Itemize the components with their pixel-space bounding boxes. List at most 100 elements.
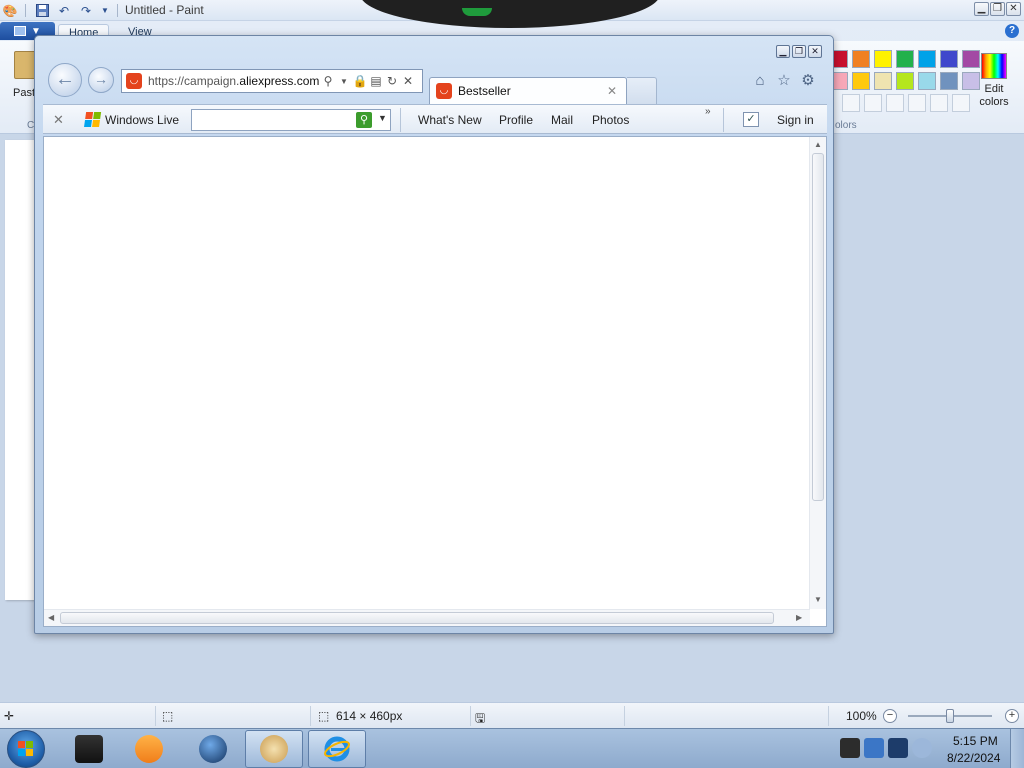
custom-color-slot[interactable] bbox=[886, 94, 904, 112]
edit-colors-button[interactable]: Edit colors bbox=[974, 50, 1014, 120]
custom-color-slot[interactable] bbox=[864, 94, 882, 112]
zoom-out-button[interactable]: − bbox=[883, 709, 897, 723]
clock-time[interactable]: 5:15 PM bbox=[953, 734, 998, 748]
custom-color-slot[interactable] bbox=[952, 94, 970, 112]
address-dropdown-icon[interactable]: ▼ bbox=[336, 77, 352, 86]
color-swatch[interactable] bbox=[852, 72, 870, 90]
color-swatch[interactable] bbox=[874, 72, 892, 90]
paint-close-button[interactable]: ✕ bbox=[1006, 2, 1021, 16]
stop-icon[interactable]: ✕ bbox=[400, 74, 416, 88]
taskbar-file-explorer[interactable] bbox=[60, 730, 118, 768]
internet-explorer-icon bbox=[323, 735, 351, 763]
save-icon[interactable] bbox=[34, 3, 50, 18]
clock-date[interactable]: 8/22/2024 bbox=[947, 751, 1000, 765]
customize-quick-access-icon[interactable]: ▼ bbox=[97, 3, 113, 18]
back-button[interactable]: ← bbox=[48, 63, 82, 97]
start-button[interactable] bbox=[7, 730, 45, 768]
windows-live-label[interactable]: Windows Live bbox=[105, 113, 179, 127]
horizontal-scrollbar[interactable]: ◀ ▶ bbox=[44, 609, 810, 626]
ie-close-button[interactable]: ✕ bbox=[808, 45, 822, 58]
new-tab-button[interactable] bbox=[627, 77, 657, 104]
horizontal-scroll-thumb[interactable] bbox=[60, 612, 774, 624]
more-links-chevron-icon[interactable]: » bbox=[705, 106, 711, 117]
taskbar: 5:15 PM 8/22/2024 bbox=[0, 728, 1024, 768]
favorites-star-icon[interactable]: ☆ bbox=[775, 72, 793, 90]
tab-bestseller[interactable]: ◡ Bestseller ✕ bbox=[429, 77, 627, 104]
vertical-scroll-thumb[interactable] bbox=[812, 153, 824, 501]
search-input[interactable]: ⚲ ▼ bbox=[191, 109, 391, 131]
close-toolbar-icon[interactable]: ✕ bbox=[53, 112, 64, 128]
color-swatch[interactable] bbox=[940, 50, 958, 68]
taskbar-internet-explorer[interactable] bbox=[308, 730, 366, 768]
search-go-icon[interactable]: ⚲ bbox=[356, 112, 372, 128]
media-player-icon bbox=[135, 735, 163, 763]
scroll-right-icon[interactable]: ▶ bbox=[796, 613, 802, 622]
color-swatch[interactable] bbox=[896, 72, 914, 90]
chevron-down-icon[interactable]: ▼ bbox=[378, 113, 387, 123]
show-desktop-button[interactable] bbox=[1010, 729, 1024, 768]
scroll-down-icon[interactable]: ▼ bbox=[814, 595, 822, 604]
tray-volume-icon[interactable] bbox=[912, 738, 932, 758]
globe-icon bbox=[199, 735, 227, 763]
address-url[interactable]: https://campaign.aliexpress.com bbox=[148, 74, 320, 88]
color-swatch[interactable] bbox=[896, 50, 914, 68]
notification-area bbox=[838, 732, 938, 766]
forward-button[interactable]: → bbox=[88, 67, 114, 93]
status-separator bbox=[310, 706, 311, 726]
color-swatch[interactable] bbox=[852, 50, 870, 68]
color-swatch[interactable] bbox=[918, 50, 936, 68]
taskbar-globe-app[interactable] bbox=[184, 730, 242, 768]
zoom-in-button[interactable]: + bbox=[1005, 709, 1019, 723]
scroll-left-icon[interactable]: ◀ bbox=[48, 613, 54, 622]
paint-app-icon[interactable]: 🎨 bbox=[2, 3, 18, 18]
home-icon[interactable]: ⌂ bbox=[751, 72, 769, 90]
edit-colors-icon bbox=[981, 53, 1007, 79]
taskbar-media-player[interactable] bbox=[120, 730, 178, 768]
ie-window: ▁ ❐ ✕ ← → ◡ https://campaign.aliexpress.… bbox=[34, 35, 834, 634]
profile-link[interactable]: Profile bbox=[499, 113, 533, 127]
tab-title: Bestseller bbox=[458, 84, 511, 98]
checkbox-icon[interactable]: ✓ bbox=[743, 112, 759, 127]
colors-group-label: olors bbox=[835, 120, 857, 131]
undo-icon[interactable]: ↶ bbox=[56, 3, 72, 18]
taskbar-paint[interactable] bbox=[245, 730, 303, 768]
url-prefix: https://campaign. bbox=[148, 74, 240, 88]
help-icon[interactable]: ? bbox=[1005, 24, 1019, 38]
search-icon[interactable]: ⚲ bbox=[320, 74, 336, 88]
ie-minimize-button[interactable]: ▁ bbox=[776, 45, 790, 58]
color-swatch[interactable] bbox=[940, 72, 958, 90]
explorer-icon bbox=[75, 735, 103, 763]
lock-icon[interactable]: 🔒 bbox=[352, 74, 368, 88]
close-tab-icon[interactable]: ✕ bbox=[604, 84, 620, 98]
refresh-icon[interactable]: ↻ bbox=[384, 74, 400, 88]
status-separator bbox=[624, 706, 625, 726]
scroll-up-icon[interactable]: ▲ bbox=[814, 140, 822, 149]
custom-color-slot[interactable] bbox=[842, 94, 860, 112]
mail-link[interactable]: Mail bbox=[551, 113, 573, 127]
custom-color-slot[interactable] bbox=[930, 94, 948, 112]
toolbar-separator bbox=[723, 108, 724, 132]
compatibility-view-icon[interactable]: ▤ bbox=[368, 74, 384, 88]
address-bar[interactable]: ◡ https://campaign.aliexpress.com ⚲ ▼ 🔒 … bbox=[121, 69, 423, 93]
status-separator bbox=[470, 706, 471, 726]
paint-minimize-button[interactable]: ▁ bbox=[974, 2, 989, 16]
tray-display-icon[interactable] bbox=[888, 738, 908, 758]
clipboard-icon[interactable] bbox=[14, 51, 36, 79]
tray-app-icon[interactable] bbox=[840, 738, 860, 758]
ie-restore-button[interactable]: ❐ bbox=[792, 45, 806, 58]
photos-link[interactable]: Photos bbox=[592, 113, 629, 127]
whats-new-link[interactable]: What's New bbox=[418, 113, 482, 127]
tray-network-icon[interactable] bbox=[864, 738, 884, 758]
color-swatch[interactable] bbox=[874, 50, 892, 68]
sign-in-link[interactable]: Sign in bbox=[777, 113, 814, 127]
title-separator bbox=[117, 4, 118, 17]
page-content[interactable]: ▲ ▼ ◀ ▶ bbox=[43, 136, 827, 627]
zoom-slider-thumb[interactable] bbox=[946, 709, 954, 723]
gear-icon[interactable]: ⚙ bbox=[799, 72, 817, 90]
custom-color-slot[interactable] bbox=[908, 94, 926, 112]
redo-icon[interactable]: ↷ bbox=[78, 3, 94, 18]
color-swatch[interactable] bbox=[918, 72, 936, 90]
paint-restore-button[interactable]: ❐ bbox=[990, 2, 1005, 16]
desktop-decoration-light bbox=[462, 8, 492, 16]
vertical-scrollbar[interactable]: ▲ ▼ bbox=[809, 137, 826, 609]
